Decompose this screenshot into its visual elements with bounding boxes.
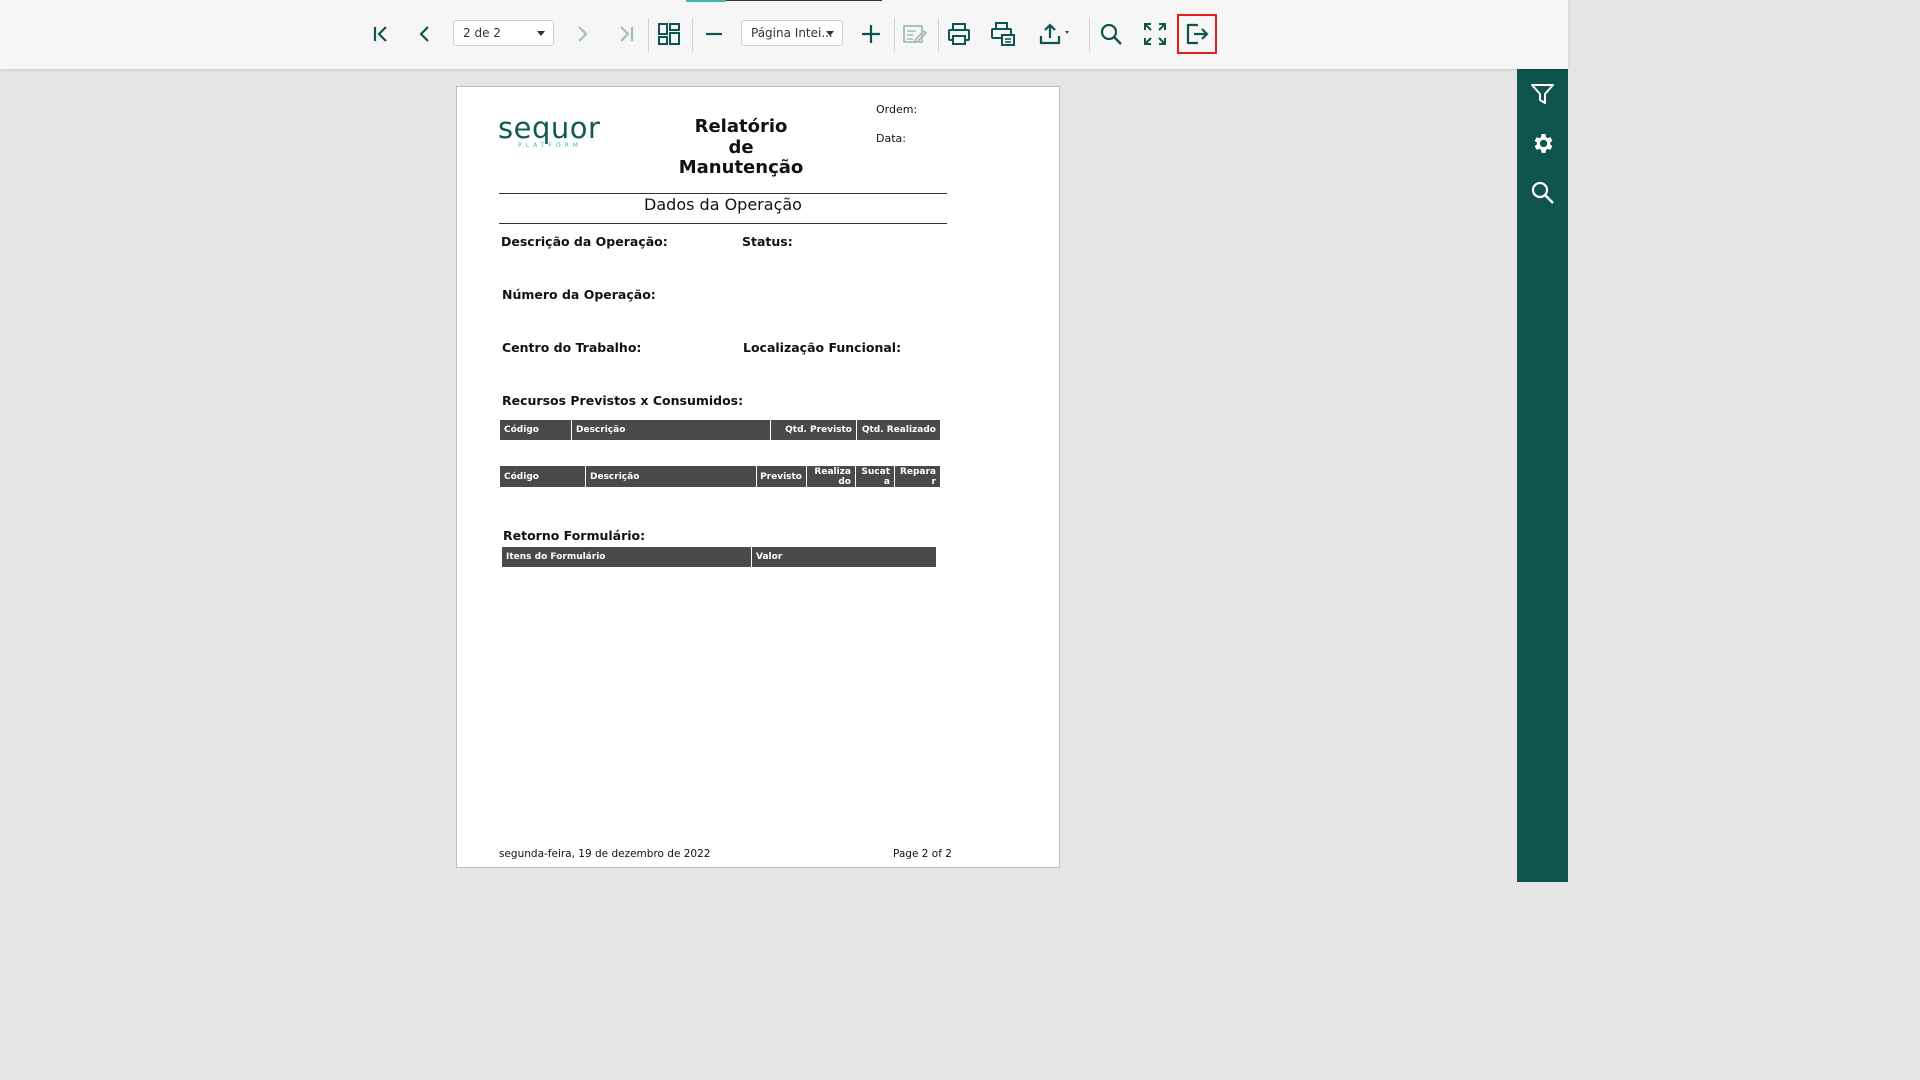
sidebar-search-button[interactable] bbox=[1529, 179, 1556, 206]
exit-icon bbox=[1186, 23, 1209, 45]
first-page-icon bbox=[373, 26, 387, 42]
edit-icon bbox=[903, 25, 928, 43]
functional-location-label: Localização Funcional: bbox=[743, 340, 902, 355]
form-return-label: Retorno Formulário: bbox=[503, 528, 646, 543]
filter-icon bbox=[1531, 84, 1554, 104]
thumbnails-button[interactable] bbox=[651, 16, 687, 52]
report-title: Relatório de Manutenção bbox=[657, 116, 825, 179]
chevron-down-icon bbox=[537, 31, 545, 36]
table-header-cell: Sucata bbox=[856, 466, 895, 487]
fullscreen-icon bbox=[1144, 23, 1166, 45]
exit-button[interactable] bbox=[1177, 14, 1217, 54]
toolbar-divider bbox=[1089, 18, 1090, 52]
previous-page-icon bbox=[419, 26, 429, 42]
print-page-button[interactable] bbox=[985, 16, 1021, 52]
table-header-cell: Realizado bbox=[807, 466, 856, 487]
footer-date: segunda-feira, 19 de dezembro de 2022 bbox=[499, 848, 711, 860]
report-page: sequor PLATFORM Relatório de Manutenção … bbox=[456, 86, 1060, 868]
last-page-button[interactable] bbox=[608, 16, 644, 52]
page-select-value: 2 de 2 bbox=[463, 26, 501, 40]
logo-subtext: PLATFORM bbox=[518, 142, 582, 149]
table-header-cell: Código bbox=[500, 466, 586, 487]
edit-button[interactable] bbox=[897, 16, 933, 52]
chevron-down-icon bbox=[826, 31, 834, 36]
next-page-icon bbox=[578, 26, 588, 42]
print-icon bbox=[948, 23, 970, 45]
search-icon bbox=[1100, 23, 1122, 45]
sequor-logo: sequor PLATFORM bbox=[498, 111, 608, 153]
page-select[interactable]: 2 de 2 bbox=[453, 20, 554, 46]
print-page-icon bbox=[991, 22, 1015, 46]
toolbar-divider bbox=[938, 18, 939, 52]
toolbar-accent-line bbox=[686, 0, 726, 2]
thumbnails-icon bbox=[658, 23, 680, 45]
table-header-cell: Código bbox=[500, 420, 572, 440]
zoom-in-icon bbox=[862, 25, 880, 43]
section-title: Dados da Operação bbox=[644, 195, 802, 214]
operation-number-label: Número da Operação: bbox=[502, 287, 656, 302]
first-page-button[interactable] bbox=[363, 16, 399, 52]
footer-page-number: Page 2 of 2 bbox=[893, 848, 952, 860]
resources-table-header: Código Descrição Qtd. Previsto Qtd. Real… bbox=[500, 420, 940, 440]
print-button[interactable] bbox=[941, 16, 977, 52]
table-header-cell: Descrição bbox=[586, 466, 757, 487]
table-header-cell: Qtd. Realizado bbox=[857, 420, 940, 440]
logo-wordmark: sequor bbox=[498, 111, 601, 145]
table-header-cell: Valor bbox=[752, 547, 936, 567]
form-items-table-header: Itens do Formulário Valor bbox=[502, 547, 936, 567]
section-rule-top bbox=[499, 193, 947, 194]
gear-icon bbox=[1534, 134, 1553, 153]
table-header-cell: Itens do Formulário bbox=[502, 547, 752, 567]
right-sidebar bbox=[1517, 69, 1568, 882]
settings-button[interactable] bbox=[1529, 130, 1556, 157]
export-icon bbox=[1039, 23, 1069, 45]
zoom-in-button[interactable] bbox=[853, 16, 889, 52]
toolbar-divider bbox=[894, 18, 895, 52]
viewer-toolbar: 2 de 2 Página Intei... bbox=[0, 0, 1568, 69]
filter-button[interactable] bbox=[1529, 81, 1556, 108]
last-page-icon bbox=[620, 26, 634, 42]
zoom-out-button[interactable] bbox=[696, 16, 732, 52]
next-page-button[interactable] bbox=[564, 16, 600, 52]
report-title-line: Manutenção bbox=[678, 157, 804, 178]
materials-table-header: Código Descrição Previsto Realizado Suca… bbox=[500, 466, 940, 487]
status-label: Status: bbox=[742, 234, 793, 249]
export-button[interactable] bbox=[1034, 16, 1076, 52]
report-title-line: Relatório bbox=[694, 116, 788, 137]
search-icon bbox=[1531, 181, 1554, 204]
toolbar-divider bbox=[648, 18, 649, 52]
table-header-cell: Descrição bbox=[572, 420, 771, 440]
zoom-out-icon bbox=[706, 32, 722, 36]
report-title-line: de bbox=[728, 136, 754, 158]
work-center-label: Centro do Trabalho: bbox=[502, 340, 642, 355]
table-header-cell: Qtd. Previsto bbox=[771, 420, 857, 440]
date-label: Data: bbox=[876, 132, 906, 145]
previous-page-button[interactable] bbox=[407, 16, 443, 52]
table-header-cell: Reparar bbox=[895, 466, 940, 487]
resources-label: Recursos Previstos x Consumidos: bbox=[502, 393, 744, 408]
order-label: Ordem: bbox=[876, 103, 918, 116]
search-button[interactable] bbox=[1093, 16, 1129, 52]
zoom-select[interactable]: Página Intei... bbox=[741, 20, 843, 46]
fullscreen-button[interactable] bbox=[1137, 16, 1173, 52]
toolbar-accent-line-dark bbox=[726, 0, 882, 1]
table-header-cell: Previsto bbox=[757, 466, 807, 487]
section-rule-bottom bbox=[499, 223, 947, 224]
toolbar-divider bbox=[692, 18, 693, 52]
operation-description-label: Descrição da Operação: bbox=[501, 234, 668, 249]
zoom-select-value: Página Intei... bbox=[751, 26, 833, 40]
